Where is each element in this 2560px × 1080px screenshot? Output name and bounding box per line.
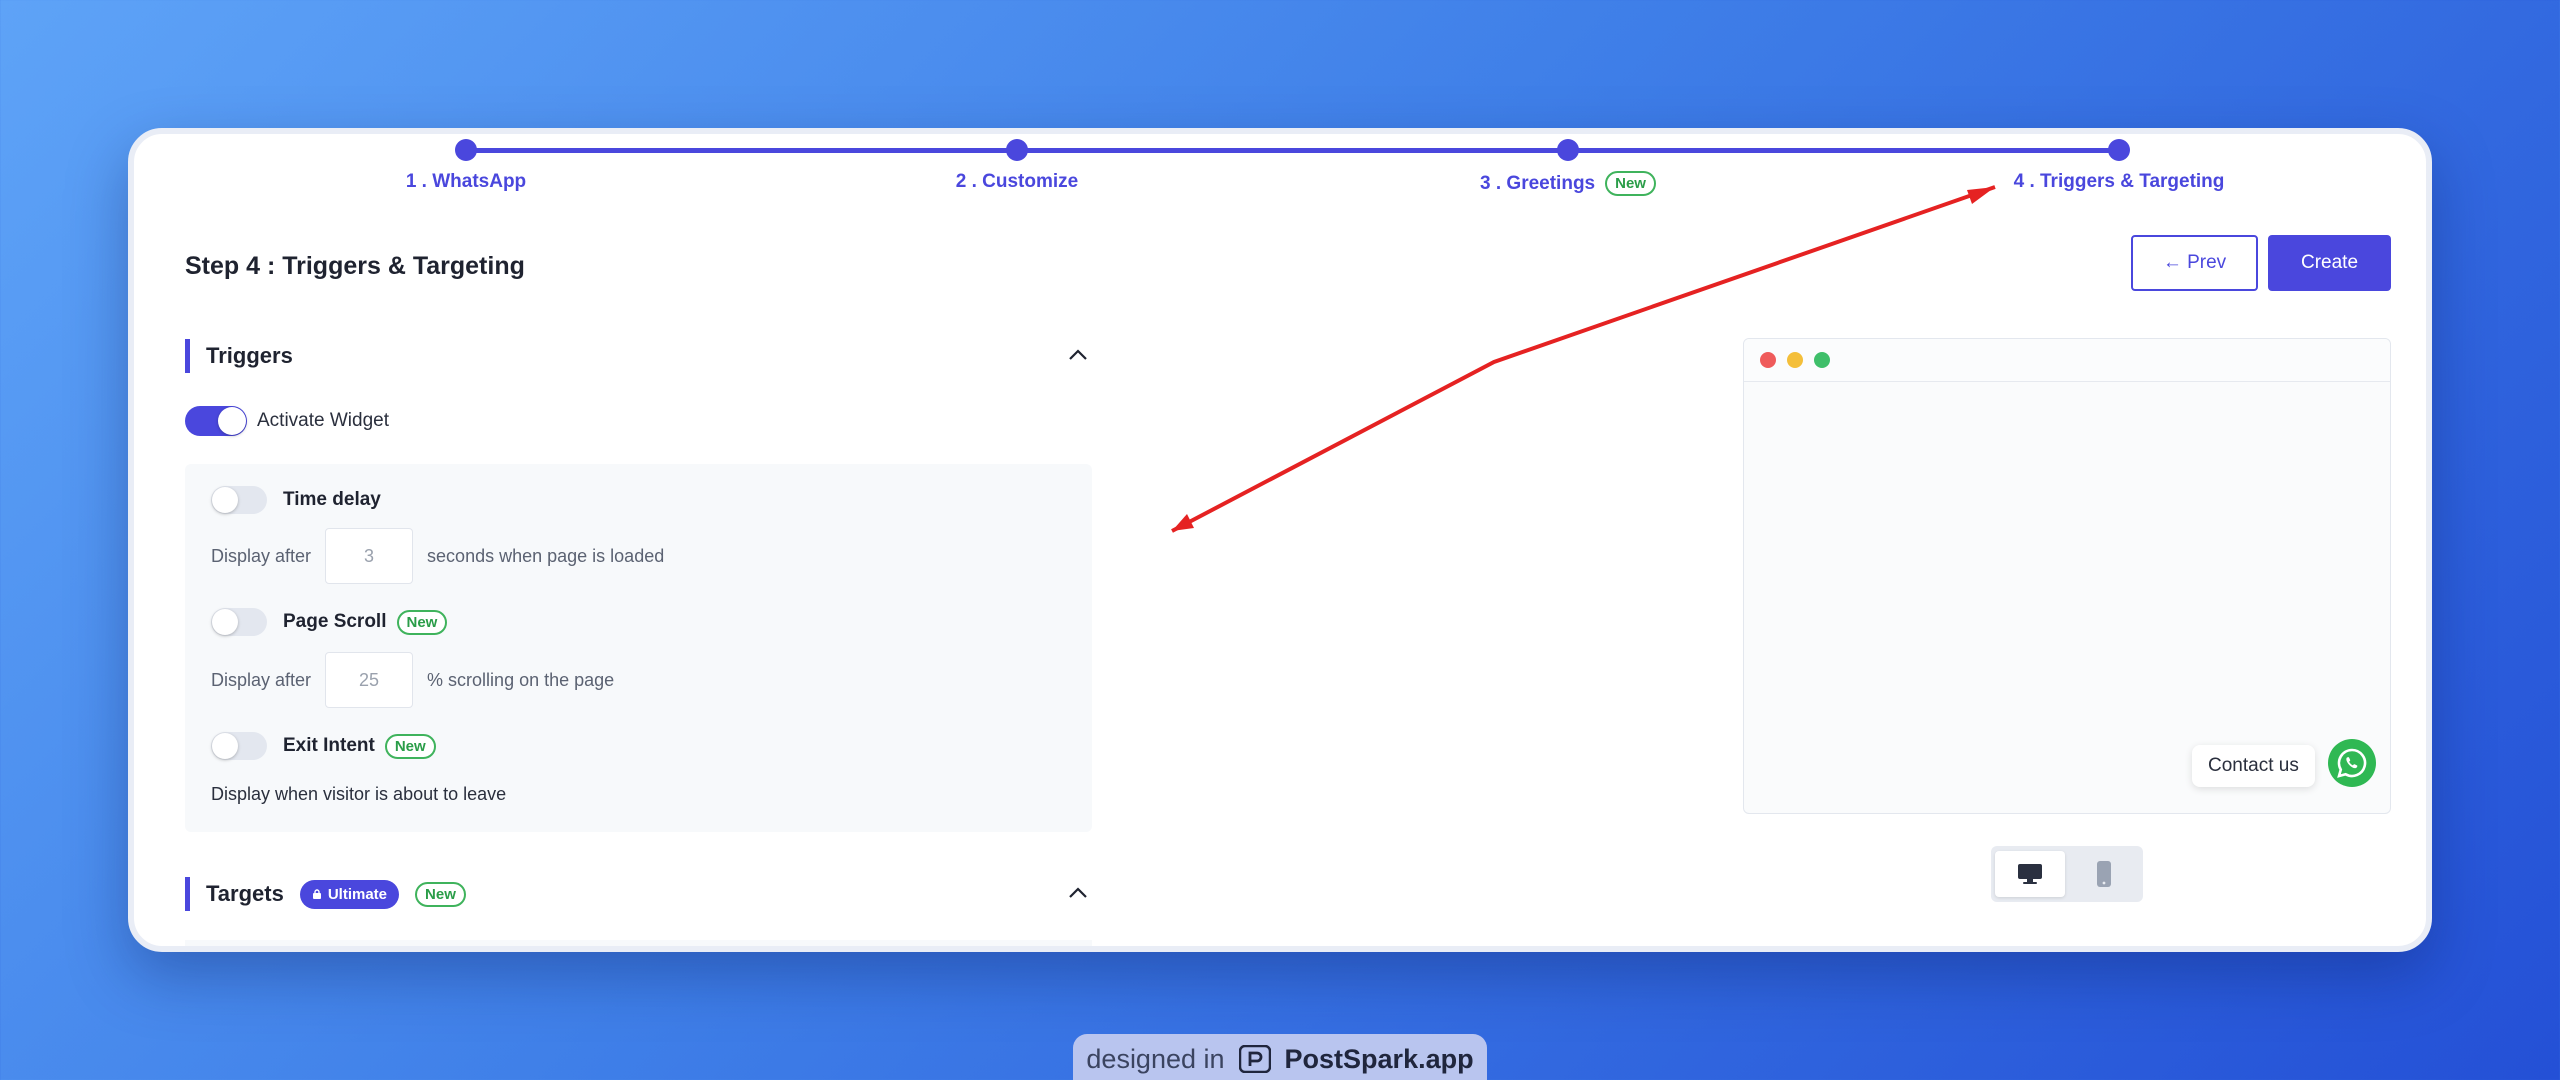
activate-widget-toggle[interactable] xyxy=(185,406,247,436)
time-delay-toggle[interactable] xyxy=(211,486,267,514)
activate-widget-label: Activate Widget xyxy=(257,410,389,431)
lock-icon xyxy=(312,889,321,899)
designed-in-badge: designed in PostSpark.app xyxy=(1073,1034,1487,1080)
exit-intent-row: Exit Intent New xyxy=(211,732,436,760)
device-preview-toggle xyxy=(1991,846,2143,902)
window-close-dot xyxy=(1760,352,1776,368)
create-button[interactable]: Create xyxy=(2268,235,2391,291)
time-delay-label: Time delay xyxy=(283,489,381,510)
time-delay-row: Time delay xyxy=(211,486,381,514)
step-label: 4 . Triggers & Targeting xyxy=(2013,171,2225,192)
page-scroll-percent-input[interactable] xyxy=(325,652,414,708)
chevron-up-icon[interactable] xyxy=(1067,344,1089,366)
exit-intent-label: Exit Intent xyxy=(283,735,375,756)
contact-us-bubble[interactable]: Contact us xyxy=(2192,745,2315,787)
page-scroll-row: Page Scroll New xyxy=(211,608,448,636)
step-triggers-targeting[interactable]: 4 . Triggers & Targeting xyxy=(1919,134,2319,193)
ultimate-label: Ultimate xyxy=(327,885,388,903)
mobile-view-button[interactable] xyxy=(2069,851,2139,897)
step-whatsapp[interactable]: 1 . WhatsApp xyxy=(266,134,666,193)
window-minimize-dot xyxy=(1787,352,1803,368)
new-badge: New xyxy=(384,733,436,759)
new-badge: New xyxy=(1605,171,1656,196)
chevron-up-icon[interactable] xyxy=(1067,882,1089,904)
targets-panel xyxy=(185,940,1092,946)
display-after-label: Display after xyxy=(211,669,312,690)
page-scroll-setting: Display after % scrolling on the page xyxy=(211,652,614,708)
page-scroll-label: Page Scroll xyxy=(283,611,387,632)
desktop-view-button[interactable] xyxy=(1995,851,2065,897)
step-dot xyxy=(2108,139,2130,161)
targets-section-header[interactable]: Targets Ultimate New xyxy=(185,876,1097,912)
prev-button[interactable]: ← Prev xyxy=(2131,235,2258,291)
ultimate-badge: Ultimate xyxy=(299,879,400,909)
desktop-icon xyxy=(2018,864,2042,884)
trigger-options-panel: Time delay Display after seconds when pa… xyxy=(185,464,1092,832)
seconds-suffix-label: seconds when page is loaded xyxy=(427,545,665,566)
toggle-knob xyxy=(218,407,246,435)
step-dot xyxy=(1557,139,1579,161)
step-dot xyxy=(1006,139,1028,161)
exit-intent-toggle[interactable] xyxy=(211,732,267,760)
step-label: 3 . Greetings xyxy=(1480,172,1596,194)
new-badge: New xyxy=(415,881,466,907)
postspark-logo-icon xyxy=(1238,1045,1271,1073)
targets-title: Targets xyxy=(206,881,284,906)
window-maximize-dot xyxy=(1814,352,1830,368)
page-title: Step 4 : Triggers & Targeting xyxy=(185,252,525,280)
toggle-knob xyxy=(212,487,238,513)
postspark-brand: PostSpark.app xyxy=(1284,1043,1474,1074)
page-scroll-toggle[interactable] xyxy=(211,608,267,636)
wizard-card: 1 . WhatsApp 2 . Customize 3 . Greetings… xyxy=(128,128,2432,952)
toggle-knob xyxy=(212,609,238,635)
widget-preview-window: Contact us xyxy=(1743,338,2391,814)
designed-in-label: designed in xyxy=(1086,1043,1225,1074)
section-accent-bar xyxy=(185,339,190,373)
stepper-progress-line xyxy=(466,148,2119,153)
display-after-label: Display after xyxy=(211,545,312,566)
step-dot xyxy=(455,139,477,161)
activate-widget-row: Activate Widget xyxy=(185,406,389,436)
exit-intent-description: Display when visitor is about to leave xyxy=(211,784,507,804)
time-delay-setting: Display after seconds when page is loade… xyxy=(211,528,664,584)
triggers-section-header[interactable]: Triggers xyxy=(185,338,1097,374)
mobile-icon xyxy=(2097,861,2111,887)
stepper: 1 . WhatsApp 2 . Customize 3 . Greetings… xyxy=(134,134,2426,214)
preview-window-titlebar xyxy=(1744,339,2390,382)
time-delay-seconds-input[interactable] xyxy=(325,528,414,584)
step-customize[interactable]: 2 . Customize xyxy=(817,134,1217,193)
whatsapp-icon[interactable] xyxy=(2328,739,2376,787)
triggers-title: Triggers xyxy=(206,343,293,368)
step-label: 2 . Customize xyxy=(955,171,1079,192)
step-greetings[interactable]: 3 . Greetings New xyxy=(1368,134,1768,196)
step-label: 1 . WhatsApp xyxy=(405,171,527,192)
new-badge: New xyxy=(396,609,448,635)
toggle-knob xyxy=(212,733,238,759)
section-accent-bar xyxy=(185,877,190,911)
scroll-suffix-label: % scrolling on the page xyxy=(427,669,615,690)
